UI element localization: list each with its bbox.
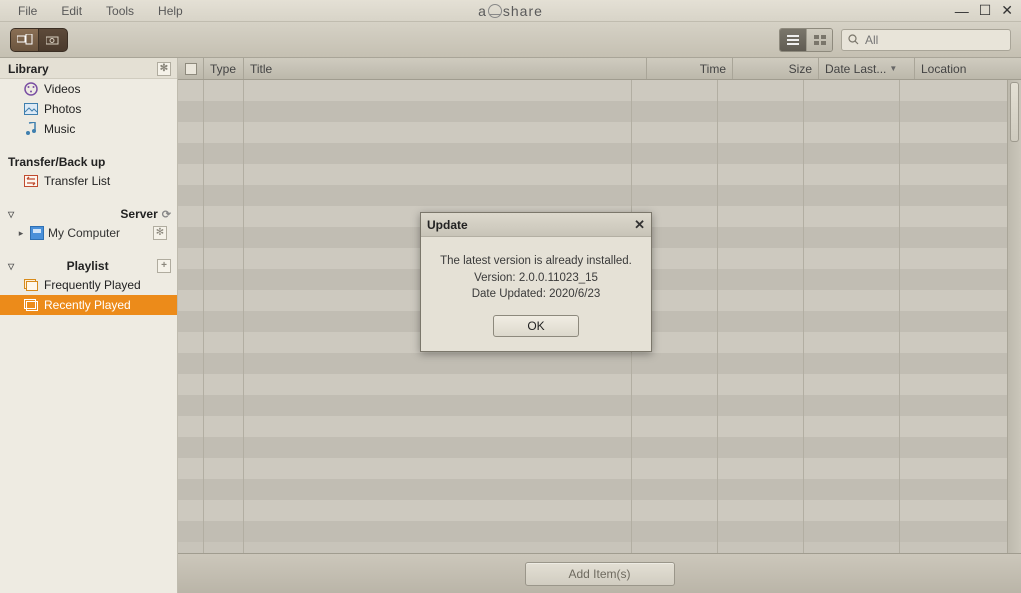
music-icon bbox=[24, 122, 38, 136]
menu-tools[interactable]: Tools bbox=[94, 2, 146, 20]
sidebar-item-label: Frequently Played bbox=[44, 278, 141, 292]
column-time[interactable]: Time bbox=[647, 58, 733, 79]
brand-left: a bbox=[478, 3, 487, 19]
sidebar-item-my-computer[interactable]: ▸ My Computer ✻ bbox=[0, 223, 177, 243]
update-dialog: Update ✕ The latest version is already i… bbox=[420, 212, 652, 352]
playlist-icon bbox=[24, 278, 38, 292]
sidebar-playlist-header[interactable]: Playlist + bbox=[0, 253, 177, 275]
sidebar-item-frequently-played[interactable]: Frequently Played bbox=[0, 275, 177, 295]
view-list-button[interactable] bbox=[780, 29, 806, 51]
column-title[interactable]: Title bbox=[244, 58, 647, 79]
sidebar-item-transfer-list[interactable]: Transfer List bbox=[0, 171, 177, 191]
sidebar-server-header[interactable]: Server ⟳ bbox=[0, 201, 177, 223]
sidebar-library-header: Library ✻ bbox=[0, 58, 177, 79]
menu-file[interactable]: File bbox=[6, 2, 49, 20]
pc-icon bbox=[17, 34, 33, 46]
column-date-label: Date Last... bbox=[825, 62, 886, 76]
brand-right: share bbox=[503, 3, 543, 19]
sidebar-item-label: Transfer List bbox=[44, 174, 110, 188]
search-input[interactable] bbox=[865, 33, 1004, 47]
dialog-message-line3: Date Updated: 2020/6/23 bbox=[431, 286, 641, 303]
sidebar-server-label: Server bbox=[120, 207, 157, 221]
search-icon bbox=[848, 34, 859, 45]
sort-desc-icon: ▼ bbox=[889, 64, 897, 73]
dialog-close-button[interactable]: ✕ bbox=[634, 217, 645, 233]
camera-icon bbox=[46, 35, 60, 45]
sidebar: Library ✻ Videos Photos Music Transfer/B… bbox=[0, 58, 178, 593]
search-box[interactable] bbox=[841, 29, 1011, 51]
expand-arrow-icon[interactable]: ▸ bbox=[16, 228, 26, 239]
dialog-ok-button[interactable]: OK bbox=[493, 315, 579, 337]
sidebar-transfer-header: Transfer/Back up bbox=[0, 149, 177, 171]
column-size[interactable]: Size bbox=[733, 58, 819, 79]
device-mode-camera-button[interactable] bbox=[39, 29, 67, 51]
add-playlist-button[interactable]: + bbox=[157, 259, 171, 273]
sidebar-item-recently-played[interactable]: Recently Played bbox=[0, 295, 177, 315]
view-mode-toggle bbox=[779, 28, 833, 52]
dialog-body: The latest version is already installed.… bbox=[421, 237, 651, 315]
vertical-scrollbar[interactable] bbox=[1007, 80, 1021, 553]
checkbox-icon[interactable] bbox=[185, 63, 197, 75]
sidebar-item-videos[interactable]: Videos bbox=[0, 79, 177, 99]
window-maximize-button[interactable]: ☐ bbox=[979, 2, 992, 19]
add-items-button[interactable]: Add Item(s) bbox=[525, 562, 675, 586]
column-select-all[interactable] bbox=[178, 58, 204, 79]
settings-icon[interactable]: ✻ bbox=[153, 226, 167, 240]
sidebar-item-label: Music bbox=[44, 122, 75, 136]
column-location[interactable]: Location bbox=[915, 58, 1021, 79]
sidebar-item-label: Photos bbox=[44, 102, 81, 116]
grid-icon bbox=[814, 35, 826, 45]
sidebar-item-label: My Computer bbox=[48, 226, 120, 240]
device-mode-pc-button[interactable] bbox=[11, 29, 39, 51]
photo-icon bbox=[24, 102, 38, 116]
dialog-actions: OK bbox=[421, 315, 651, 351]
gear-icon[interactable]: ✻ bbox=[157, 62, 171, 76]
window-controls: — ☐ ✕ bbox=[955, 0, 1013, 21]
list-icon bbox=[787, 35, 799, 45]
dialog-message-line2: Version: 2.0.0.11023_15 bbox=[431, 270, 641, 287]
scrollbar-thumb[interactable] bbox=[1010, 82, 1019, 142]
computer-icon bbox=[30, 226, 44, 240]
sidebar-item-music[interactable]: Music bbox=[0, 119, 177, 139]
sidebar-item-label: Recently Played bbox=[44, 298, 131, 312]
dialog-title: Update bbox=[427, 218, 468, 232]
refresh-icon[interactable]: ⟳ bbox=[162, 208, 171, 221]
brand-accent-icon bbox=[488, 4, 502, 18]
film-icon bbox=[24, 82, 38, 96]
window-close-button[interactable]: ✕ bbox=[1001, 2, 1013, 19]
bottom-bar: Add Item(s) bbox=[178, 553, 1021, 593]
transfer-icon bbox=[24, 174, 38, 188]
sidebar-item-label: Videos bbox=[44, 82, 80, 96]
dialog-message-line1: The latest version is already installed. bbox=[431, 253, 641, 270]
view-grid-button[interactable] bbox=[806, 29, 832, 51]
toolbar bbox=[0, 22, 1021, 58]
menubar: File Edit Tools Help ashare — ☐ ✕ bbox=[0, 0, 1021, 22]
column-headers: Type Title Time Size Date Last... ▼ Loca… bbox=[178, 58, 1021, 80]
column-type[interactable]: Type bbox=[204, 58, 244, 79]
menu-help[interactable]: Help bbox=[146, 2, 195, 20]
device-mode-toggle bbox=[10, 28, 68, 52]
window-minimize-button[interactable]: — bbox=[955, 3, 969, 19]
playlist-icon bbox=[24, 298, 38, 312]
column-date-last[interactable]: Date Last... ▼ bbox=[819, 58, 915, 79]
sidebar-transfer-label: Transfer/Back up bbox=[8, 155, 105, 169]
sidebar-item-photos[interactable]: Photos bbox=[0, 99, 177, 119]
menu-edit[interactable]: Edit bbox=[49, 2, 94, 20]
sidebar-playlist-label: Playlist bbox=[67, 259, 109, 273]
sidebar-library-label: Library bbox=[8, 62, 49, 76]
dialog-titlebar[interactable]: Update ✕ bbox=[421, 213, 651, 237]
